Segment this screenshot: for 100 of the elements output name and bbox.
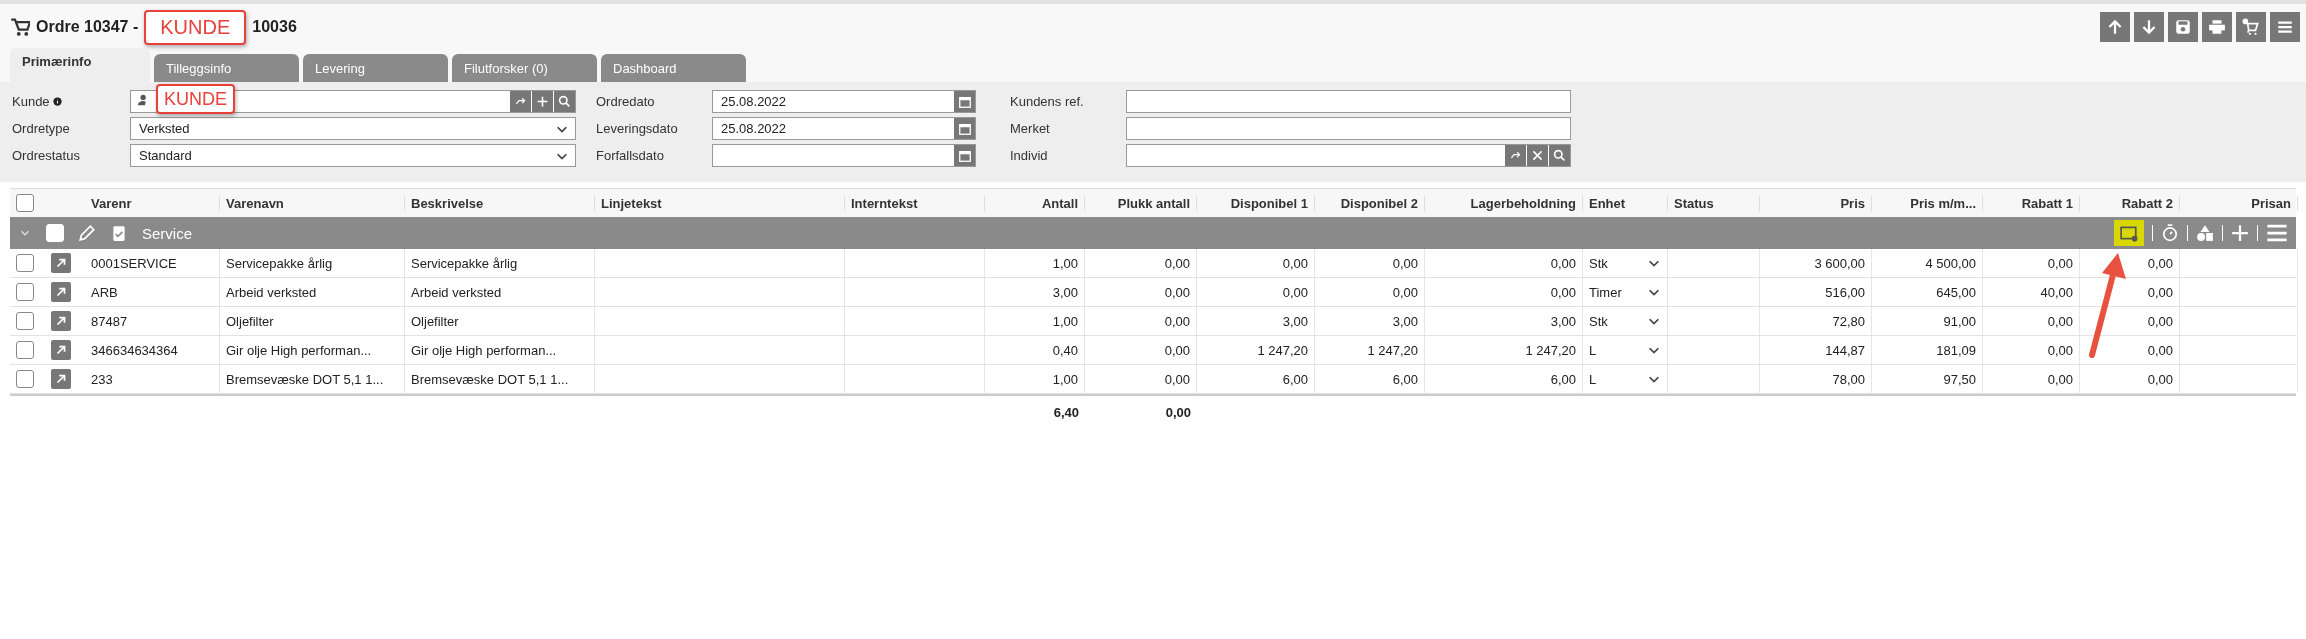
checkbox[interactable] — [16, 341, 34, 359]
search-button[interactable] — [553, 91, 575, 112]
table-cell: 3 600,00 — [1760, 249, 1872, 277]
arrow-up-button[interactable] — [2100, 12, 2130, 42]
cart-button[interactable] — [2236, 12, 2266, 42]
table-cell: Bremsevæske DOT 5,1 1... — [220, 365, 405, 393]
print-button[interactable] — [2202, 12, 2232, 42]
table-cell: 1 247,20 — [1197, 336, 1315, 364]
table-cell: 346634634364 — [85, 336, 220, 364]
tab[interactable]: Primærinfo — [10, 48, 150, 82]
table-cell: Oljefilter — [220, 307, 405, 335]
calendar-icon — [957, 94, 972, 109]
search-button[interactable] — [1548, 145, 1570, 166]
open-button[interactable] — [51, 311, 71, 331]
table-cell: 91,00 — [1872, 307, 1983, 335]
date-field[interactable]: 25.08.2022 — [712, 117, 976, 140]
open-button[interactable] — [51, 282, 71, 302]
table-cell[interactable]: L — [1583, 365, 1668, 393]
column-header[interactable]: Varenr — [85, 195, 220, 211]
pencil-icon — [78, 224, 96, 242]
table-cell[interactable]: L — [1583, 336, 1668, 364]
column-header[interactable]: Plukk antall — [1085, 195, 1197, 211]
table-cell: 144,87 — [1760, 336, 1872, 364]
search-icon — [1553, 149, 1566, 162]
table-cell: 0,00 — [1315, 278, 1425, 306]
checkbox[interactable] — [16, 312, 34, 330]
column-header[interactable]: Pris m/m... — [1872, 195, 1983, 211]
table-cell: 0,00 — [1425, 249, 1583, 277]
column-header[interactable]: Linjetekst — [595, 195, 845, 211]
add-button[interactable] — [531, 91, 553, 112]
arrow-icon — [54, 256, 68, 270]
field-label: Ordredato — [596, 94, 656, 109]
table-cell: 0,00 — [2080, 307, 2180, 335]
field-label: Ordretype — [12, 121, 71, 136]
table-cell: ARB — [85, 278, 220, 306]
input-field[interactable] — [1126, 144, 1571, 167]
checkbox[interactable] — [16, 370, 34, 388]
arrow-down-button[interactable] — [2134, 12, 2164, 42]
menu-button[interactable] — [2270, 12, 2300, 42]
column-header[interactable]: Interntekst — [845, 195, 985, 211]
table-cell: 4 500,00 — [1872, 249, 1983, 277]
column-header[interactable]: Rabatt 2 — [2080, 195, 2180, 211]
table-cell: Arbeid verksted — [405, 278, 595, 306]
table-cell: 0,00 — [1425, 278, 1583, 306]
dropdown-field[interactable]: Verksted — [130, 117, 576, 140]
checkbox[interactable] — [16, 254, 34, 272]
table-cell[interactable]: Stk — [1583, 249, 1668, 277]
date-field[interactable]: 25.08.2022 — [712, 90, 976, 113]
column-header[interactable]: Enhet — [1583, 195, 1668, 211]
input-field[interactable] — [1126, 90, 1571, 113]
checkbox[interactable] — [16, 194, 34, 212]
table-cell[interactable]: Stk — [1583, 307, 1668, 335]
table-cell[interactable]: Timer — [1583, 278, 1668, 306]
column-header[interactable]: Disponibel 2 — [1315, 195, 1425, 211]
table-cell: 181,09 — [1872, 336, 1983, 364]
column-header[interactable]: Lagerbeholdning — [1425, 195, 1583, 211]
column-header[interactable]: Disponibel 1 — [1197, 195, 1315, 211]
save-icon — [2174, 18, 2192, 36]
open-button[interactable] — [51, 253, 71, 273]
table-cell: Gir olje High performan... — [405, 336, 595, 364]
cart-icon — [10, 17, 30, 37]
input-field[interactable] — [1126, 117, 1571, 140]
info-icon — [51, 96, 63, 107]
go-button[interactable] — [509, 91, 531, 112]
table-cell: 0,00 — [1085, 307, 1197, 335]
table-cell: 3,00 — [1197, 307, 1315, 335]
clear-button[interactable] — [1526, 145, 1548, 166]
table-cell: 0,00 — [1197, 249, 1315, 277]
table-cell: 0,00 — [1983, 365, 2080, 393]
checkbox[interactable] — [16, 283, 34, 301]
calendar-button[interactable] — [953, 118, 975, 139]
window-title: Ordre 10347 - — [36, 18, 139, 36]
search-icon — [558, 95, 571, 108]
date-field[interactable] — [712, 144, 976, 167]
save-button[interactable] — [2168, 12, 2198, 42]
column-header[interactable]: Beskrivelse — [405, 195, 595, 211]
column-header[interactable]: Status — [1668, 195, 1760, 211]
open-button[interactable] — [51, 369, 71, 389]
field-label: Individ — [1010, 148, 1049, 163]
column-header[interactable]: Antall — [985, 195, 1085, 211]
table-cell: 1 247,20 — [1425, 336, 1583, 364]
table-cell: 0,00 — [1085, 365, 1197, 393]
column-header[interactable]: Pris — [1760, 195, 1872, 211]
table-cell: 1,00 — [985, 249, 1085, 277]
column-header[interactable]: Rabatt 1 — [1983, 195, 2080, 211]
table-cell: 0001SERVICE — [85, 249, 220, 277]
menu-icon — [2266, 222, 2288, 244]
annotation-label: KUNDE — [144, 9, 247, 45]
go-button[interactable] — [1504, 145, 1526, 166]
column-header[interactable]: Prisan — [2180, 195, 2298, 211]
calendar-button[interactable] — [953, 145, 975, 166]
table-cell: 0,00 — [1983, 307, 2080, 335]
open-button[interactable] — [51, 340, 71, 360]
arrow-icon — [54, 285, 68, 299]
column-header[interactable]: Varenavn — [220, 195, 405, 211]
field-label: Forfallsdato — [596, 148, 665, 163]
field-label: Merket — [1010, 121, 1051, 136]
calendar-button[interactable] — [953, 91, 975, 112]
dropdown-field[interactable]: Standard — [130, 144, 576, 167]
calendar-icon — [957, 121, 972, 136]
